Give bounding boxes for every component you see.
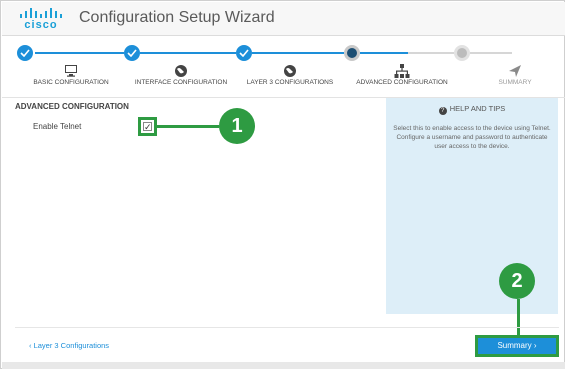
help-body: Select this to enable access to the devi…	[393, 125, 551, 150]
callout-badge-2: 2	[499, 263, 535, 299]
step-connector	[252, 52, 344, 54]
bottom-bar	[2, 362, 565, 369]
step-5-label[interactable]: SUMMARY	[498, 79, 531, 86]
wizard-window: cisco Configuration Setup Wizard BASIC C…	[0, 0, 565, 369]
globe-icon	[284, 65, 296, 77]
step-5-indicator[interactable]	[454, 45, 470, 61]
step-connector	[470, 52, 512, 54]
app-title: Configuration Setup Wizard	[79, 9, 275, 26]
step-connector	[140, 52, 236, 54]
header-bar: cisco Configuration Setup Wizard	[2, 2, 565, 36]
monitor-icon	[65, 65, 77, 77]
wizard-stepper: BASIC CONFIGURATION INTERFACE CONFIGURAT…	[2, 41, 565, 91]
step-1-label[interactable]: BASIC CONFIGURATION	[33, 79, 108, 86]
step-connector	[408, 52, 454, 54]
enable-telnet-checkbox[interactable]: ✓	[138, 117, 157, 136]
step-4-current-indicator[interactable]	[344, 45, 360, 61]
checkmark-icon: ✓	[143, 122, 152, 132]
cisco-logo: cisco	[19, 8, 67, 34]
globe-icon	[175, 65, 187, 77]
help-title: ? HELP AND TIPS	[386, 104, 558, 115]
help-question-icon: ?	[438, 107, 447, 115]
back-link[interactable]: ‹ Layer 3 Configurations	[29, 341, 109, 350]
step-connector	[360, 52, 408, 54]
footer-divider	[15, 327, 559, 328]
send-icon	[509, 65, 521, 77]
callout-badge-1: 1	[219, 108, 255, 144]
step-connector	[35, 52, 124, 54]
callout-2-connector	[517, 299, 520, 337]
help-title-text: HELP AND TIPS	[449, 104, 506, 113]
step-3-check-icon[interactable]	[236, 45, 252, 61]
callout-1-connector	[157, 125, 219, 128]
step-3-label[interactable]: LAYER 3 CONFIGURATIONS	[247, 79, 333, 86]
step-4-label[interactable]: ADVANCED CONFIGURATION	[356, 79, 448, 86]
step-2-label[interactable]: INTERFACE CONFIGURATION	[135, 79, 227, 86]
section-title: ADVANCED CONFIGURATION	[15, 102, 129, 111]
next-summary-button[interactable]: Summary ›	[475, 335, 559, 357]
network-icon	[394, 64, 410, 78]
logo-text: cisco	[24, 19, 58, 31]
enable-telnet-label: Enable Telnet	[33, 122, 82, 131]
step-2-check-icon[interactable]	[124, 45, 140, 61]
step-1-check-icon[interactable]	[17, 45, 33, 61]
